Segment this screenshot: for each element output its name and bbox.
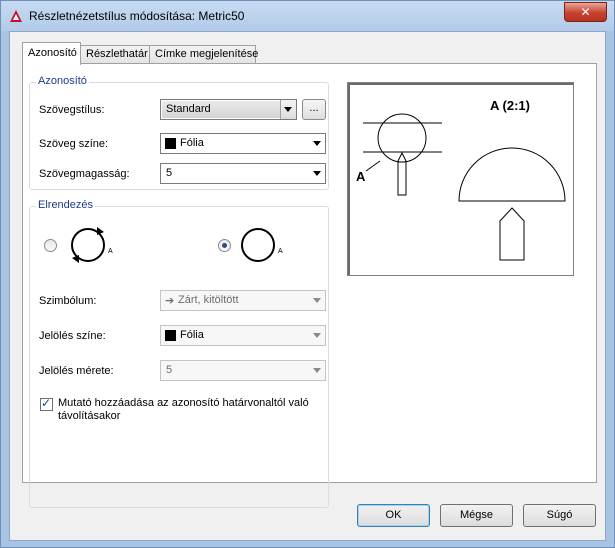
- filled-arrow-icon: ➔: [165, 295, 175, 307]
- dialog-client-area: Azonosító Részlethatár Címke megjeleníté…: [9, 31, 606, 541]
- close-icon: ✕: [580, 5, 591, 19]
- arrow-color-select[interactable]: Fólia: [160, 325, 326, 346]
- dialog-window: Részletnézetstílus módosítása: Metric50 …: [0, 0, 615, 548]
- tab-panel-identifier: Azonosító Szövegstílus: Standard ... Szö…: [22, 63, 597, 508]
- text-color-select[interactable]: Fólia: [160, 133, 326, 154]
- tab-detail-boundary[interactable]: Részlethatár: [80, 45, 150, 64]
- add-leader-checkbox[interactable]: ✓: [40, 396, 53, 411]
- option-letter-left: A: [108, 248, 113, 255]
- tab-label-display[interactable]: Címke megjelenítése: [149, 45, 259, 64]
- symbol-select[interactable]: ➔ Zárt, kitöltött: [160, 290, 326, 311]
- color-swatch: [165, 330, 176, 341]
- symbol-value: Zárt, kitöltött: [178, 294, 239, 306]
- chevron-down-icon: [313, 171, 321, 176]
- chevron-down-icon: [313, 333, 321, 338]
- cancel-button[interactable]: Mégse: [440, 504, 513, 527]
- tab-label: Részlethatár: [86, 48, 148, 60]
- help-button[interactable]: Súgó: [523, 504, 596, 527]
- arrow-color-label: Jelölés színe:: [39, 330, 106, 342]
- close-button[interactable]: ✕: [564, 2, 607, 22]
- layout-group-title: Elrendezés: [36, 199, 96, 211]
- arrow-color-value: Fólia: [180, 329, 204, 341]
- text-style-label: Szövegstílus:: [39, 104, 105, 116]
- ok-button[interactable]: OK: [357, 504, 430, 527]
- arrow-size-value: 5: [166, 364, 173, 376]
- text-height-value: 5: [166, 167, 173, 179]
- color-swatch: [165, 138, 176, 149]
- identifier-group: Azonosító Szövegstílus: Standard ... Szö…: [29, 75, 329, 190]
- checkmark-icon: ✓: [41, 396, 52, 410]
- detail-view-label: A (2:1): [490, 98, 530, 113]
- identifier-group-title: Azonosító: [36, 75, 89, 87]
- text-style-browse-button[interactable]: ...: [302, 99, 326, 120]
- title-bar[interactable]: Részletnézetstílus módosítása: Metric50 …: [1, 1, 614, 31]
- text-height-label: Szövegmagasság:: [39, 168, 130, 180]
- layout-option-left-radio[interactable]: [44, 239, 57, 252]
- window-title: Részletnézetstílus módosítása: Metric50: [29, 9, 245, 23]
- arrow-circle-clockwise-icon: A: [71, 227, 113, 263]
- layout-option-right-radio[interactable]: [218, 239, 231, 252]
- chevron-down-icon: [313, 298, 321, 303]
- tab-label: Azonosító: [28, 47, 77, 59]
- option-letter-right: A: [278, 248, 283, 255]
- text-style-value: Standard: [166, 103, 211, 115]
- autocad-app-icon: [10, 10, 22, 22]
- plain-circle-icon: A: [241, 228, 283, 262]
- detail-view-preview-image: A A (2:1): [356, 98, 566, 261]
- tab-label: Címke megjelenítése: [155, 48, 259, 60]
- chevron-down-icon: [313, 368, 321, 373]
- dropdown-button[interactable]: [280, 100, 296, 119]
- arrow-size-select[interactable]: 5: [160, 360, 326, 381]
- text-height-select[interactable]: 5: [160, 163, 326, 184]
- arrow-size-label: Jelölés mérete:: [39, 365, 114, 377]
- text-color-value: Fólia: [180, 137, 204, 149]
- chevron-down-icon: [284, 107, 292, 112]
- preview-pane: A A (2:1): [347, 82, 574, 276]
- text-color-label: Szöveg színe:: [39, 138, 109, 150]
- add-leader-checkbox-label[interactable]: Mutató hozzáadása az azonosító határvona…: [58, 397, 313, 423]
- callout-letter: A: [356, 169, 366, 184]
- symbol-label: Szimbólum:: [39, 295, 97, 307]
- chevron-down-icon: [313, 141, 321, 146]
- text-style-select[interactable]: Standard: [160, 99, 297, 120]
- layout-group: Elrendezés A A Szimbólum: ➔ Zárt, kitölt…: [29, 199, 329, 508]
- tab-identifier[interactable]: Azonosító: [22, 42, 81, 65]
